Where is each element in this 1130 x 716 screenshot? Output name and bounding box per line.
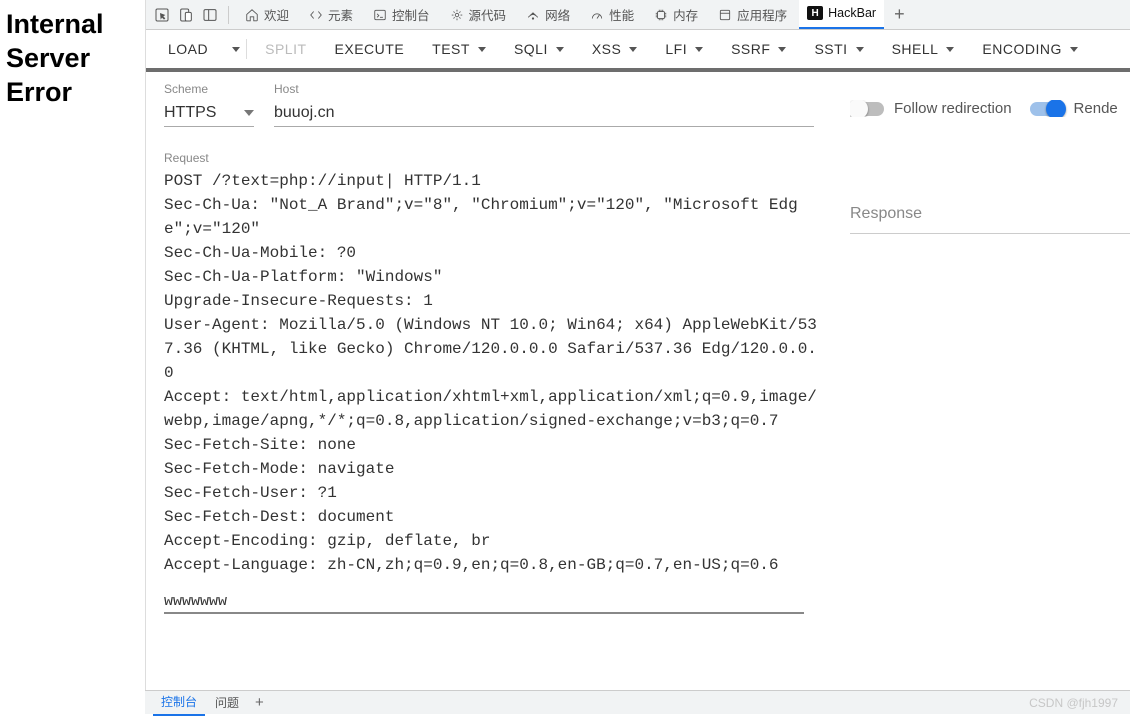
- tab-label: 元素: [328, 5, 353, 24]
- xss-dropdown[interactable]: XSS: [580, 35, 650, 63]
- hackbar-toolbar: LOAD SPLIT EXECUTE TEST SQLI XSS LFI SSR…: [146, 30, 1130, 72]
- shell-dropdown[interactable]: SHELL: [880, 35, 967, 63]
- ssrf-dropdown[interactable]: SSRF: [719, 35, 798, 63]
- tab-label: HackBar: [828, 6, 876, 20]
- toggle-switch-icon[interactable]: [850, 102, 884, 116]
- page-body: Internal Server Error: [0, 0, 145, 690]
- load-dropdown-icon[interactable]: [232, 47, 240, 52]
- execute-button[interactable]: EXECUTE: [323, 35, 417, 63]
- tab-memory[interactable]: 内存: [646, 0, 706, 30]
- tab-label: 源代码: [469, 5, 507, 24]
- host-label: Host: [274, 82, 814, 96]
- hackbar-icon: H: [807, 6, 823, 20]
- ssti-dropdown[interactable]: SSTI: [802, 35, 875, 63]
- response-label: Response: [850, 205, 1130, 234]
- tab-console[interactable]: 控制台: [365, 0, 438, 30]
- drawer-tab-issues[interactable]: 问题: [207, 690, 247, 715]
- separator: [228, 6, 229, 24]
- tab-label: 控制台: [392, 5, 430, 24]
- render-toggle[interactable]: Rende: [1030, 100, 1118, 117]
- scheme-select[interactable]: HTTPS: [164, 104, 254, 127]
- sqli-dropdown[interactable]: SQLI: [502, 35, 576, 63]
- device-toggle-icon[interactable]: [176, 5, 196, 25]
- add-tab-icon[interactable]: +: [888, 4, 911, 25]
- tab-label: 欢迎: [264, 5, 289, 24]
- separator: [246, 39, 247, 59]
- tab-hackbar[interactable]: H HackBar: [799, 0, 884, 30]
- tab-label: 性能: [609, 5, 634, 24]
- host-input[interactable]: buuoj.cn: [274, 104, 814, 127]
- inspect-icon[interactable]: [152, 5, 172, 25]
- devtools-tabbar: 欢迎 元素 控制台 源代码 网络 性能 内存 应用程序 H HackBar +: [146, 0, 1130, 30]
- tab-elements[interactable]: 元素: [301, 0, 361, 30]
- toggle-switch-icon[interactable]: [1030, 102, 1064, 116]
- toggle-label: Rende: [1074, 100, 1118, 117]
- test-dropdown[interactable]: TEST: [420, 35, 498, 63]
- devtools-panel: 欢迎 元素 控制台 源代码 网络 性能 内存 应用程序 H HackBar + L…: [145, 0, 1130, 690]
- dock-side-icon[interactable]: [200, 5, 220, 25]
- lfi-dropdown[interactable]: LFI: [653, 35, 715, 63]
- scheme-label: Scheme: [164, 82, 254, 96]
- toggle-label: Follow redirection: [894, 100, 1012, 117]
- tab-label: 网络: [545, 5, 570, 24]
- follow-redirection-toggle[interactable]: Follow redirection: [850, 100, 1012, 117]
- tab-performance[interactable]: 性能: [582, 0, 642, 30]
- devtools-drawer-tabs: 控制台 问题 +: [145, 690, 1130, 714]
- tab-label: 应用程序: [737, 5, 787, 24]
- request-body-input[interactable]: wwwwwww: [164, 593, 804, 614]
- split-button[interactable]: SPLIT: [253, 35, 318, 63]
- tab-network[interactable]: 网络: [518, 0, 578, 30]
- drawer-tab-console[interactable]: 控制台: [153, 689, 205, 716]
- request-textarea[interactable]: POST /?text=php://input| HTTP/1.1 Sec-Ch…: [164, 169, 822, 579]
- drawer-add-tab-icon[interactable]: +: [249, 694, 270, 711]
- request-label: Request: [164, 151, 822, 165]
- watermark: CSDN @fjh1997: [1029, 696, 1118, 710]
- encoding-dropdown[interactable]: ENCODING: [970, 35, 1089, 63]
- tab-label: 内存: [673, 5, 698, 24]
- tab-sources[interactable]: 源代码: [442, 0, 515, 30]
- error-heading: Internal Server Error: [6, 8, 139, 109]
- tab-application[interactable]: 应用程序: [710, 0, 795, 30]
- load-button[interactable]: LOAD: [156, 35, 220, 63]
- tab-welcome[interactable]: 欢迎: [237, 0, 297, 30]
